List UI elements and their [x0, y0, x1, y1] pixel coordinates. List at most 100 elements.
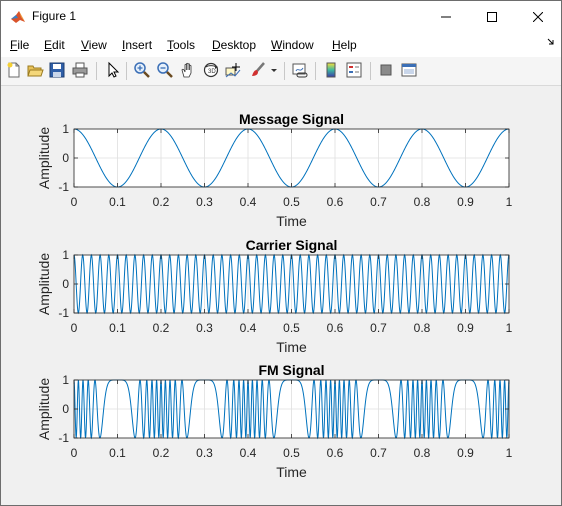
- minimize-icon: [441, 16, 451, 18]
- open-icon[interactable]: [26, 61, 44, 79]
- menu-file[interactable]: File: [10, 38, 29, 52]
- matlab-logo-icon: [11, 11, 25, 23]
- x-tick-label: 0.5: [283, 321, 300, 335]
- x-tick-label: 0.4: [240, 446, 257, 460]
- print-icon[interactable]: [71, 61, 89, 79]
- toolbar-separator: [126, 62, 127, 80]
- x-tick-label: 0.7: [370, 195, 387, 209]
- subplot-3[interactable]: 0 0.1 0.2 0.3 0.4 0.5 0.6 0.7 0.8 0.9 1-101FM Sign…: [36, 362, 513, 480]
- menu-edit[interactable]: Edit: [44, 38, 65, 52]
- y-tick-label: 1: [62, 373, 69, 387]
- menu-window[interactable]: Window: [271, 38, 314, 52]
- x-tick-label: 0.4: [240, 195, 257, 209]
- x-tick-label: 0: [71, 195, 78, 209]
- hide-plot-tools-icon[interactable]: [377, 61, 395, 79]
- window-title: Figure 1: [32, 9, 77, 23]
- save-icon[interactable]: [48, 61, 66, 79]
- y-tick-label: 1: [62, 122, 69, 136]
- legend-icon[interactable]: [345, 61, 363, 79]
- y-tick-label: -1: [58, 180, 69, 194]
- dock-arrow-icon[interactable]: [547, 38, 555, 46]
- x-tick-label: 0.5: [283, 195, 300, 209]
- x-tick-label: 0.3: [196, 195, 213, 209]
- x-tick-label: 1: [506, 446, 513, 460]
- toolbar-separator: [96, 62, 97, 80]
- x-tick-label: 0: [71, 321, 78, 335]
- show-plot-tools-icon[interactable]: [400, 61, 418, 79]
- y-tick-label: -1: [58, 431, 69, 445]
- y-axis-label: Amplitude: [36, 253, 52, 315]
- y-tick-label: -1: [58, 306, 69, 320]
- x-axis-label: Time: [276, 464, 307, 480]
- x-tick-label: 0.8: [414, 195, 431, 209]
- brush-dropdown-icon[interactable]: [269, 61, 279, 79]
- toolbar-separator: [284, 62, 285, 80]
- y-tick-label: 1: [62, 248, 69, 262]
- title-bar[interactable]: Figure 1: [1, 1, 561, 33]
- x-tick-label: 0.5: [283, 446, 300, 460]
- figure-window: Figure 1 File Edit View Insert Tools Des…: [0, 0, 562, 506]
- figure-axes-area: 0 0.1 0.2 0.3 0.4 0.5 0.6 0.7 0.8 0.9 1-101Message…: [36, 111, 513, 480]
- brush-icon[interactable]: [249, 61, 267, 79]
- new-figure-icon[interactable]: [5, 61, 23, 79]
- x-tick-label: 0.2: [153, 446, 170, 460]
- x-axis-label: Time: [276, 339, 307, 355]
- x-tick-label: 0.3: [196, 446, 213, 460]
- x-tick-label: 0.4: [240, 321, 257, 335]
- menu-insert[interactable]: Insert: [122, 38, 152, 52]
- x-tick-label: 0.1: [109, 446, 126, 460]
- figure-toolbar: 3D: [1, 57, 561, 86]
- x-tick-label: 0.2: [153, 321, 170, 335]
- rotate-3d-icon[interactable]: 3D: [202, 61, 220, 79]
- subplot-2[interactable]: 0 0.1 0.2 0.3 0.4 0.5 0.6 0.7 0.8 0.9 1-101Carrier…: [36, 237, 513, 355]
- zoom-in-icon[interactable]: [133, 61, 151, 79]
- plot-title: Carrier Signal: [246, 237, 338, 253]
- x-tick-label: 0.2: [153, 195, 170, 209]
- y-tick-label: 0: [62, 151, 69, 165]
- x-tick-label: 0.7: [370, 446, 387, 460]
- pointer-icon[interactable]: [103, 61, 121, 79]
- minimize-button[interactable]: [423, 1, 469, 33]
- y-axis-label: Amplitude: [36, 378, 52, 440]
- y-tick-label: 0: [62, 402, 69, 416]
- toolbar-separator: [370, 62, 371, 80]
- x-tick-label: 0.6: [327, 195, 344, 209]
- x-tick-label: 1: [506, 195, 513, 209]
- link-plot-icon[interactable]: [291, 61, 309, 79]
- x-tick-label: 0.7: [370, 321, 387, 335]
- x-tick-label: 0: [71, 446, 78, 460]
- subplot-1[interactable]: 0 0.1 0.2 0.3 0.4 0.5 0.6 0.7 0.8 0.9 1-101Message…: [36, 111, 513, 229]
- x-tick-label: 0.1: [109, 321, 126, 335]
- svg-text:3D: 3D: [208, 69, 216, 75]
- y-axis-label: Amplitude: [36, 127, 52, 189]
- menu-desktop[interactable]: Desktop: [212, 38, 256, 52]
- x-tick-label: 0.3: [196, 321, 213, 335]
- data-cursor-icon[interactable]: [224, 61, 242, 79]
- zoom-out-icon[interactable]: [156, 61, 174, 79]
- menu-help[interactable]: Help: [332, 38, 357, 52]
- maximize-button[interactable]: [469, 1, 515, 33]
- x-tick-label: 0.8: [414, 446, 431, 460]
- x-axis-label: Time: [276, 213, 307, 229]
- x-tick-label: 0.9: [457, 446, 474, 460]
- plot-title: FM Signal: [258, 362, 324, 378]
- toolbar-separator: [315, 62, 316, 80]
- x-tick-label: 0.9: [457, 195, 474, 209]
- menu-tools[interactable]: Tools: [167, 38, 195, 52]
- menu-bar: File Edit View Insert Tools Desktop Wind…: [1, 33, 561, 57]
- y-tick-label: 0: [62, 277, 69, 291]
- maximize-icon: [487, 12, 497, 22]
- close-icon: [533, 12, 543, 22]
- x-tick-label: 0.8: [414, 321, 431, 335]
- plot-title: Message Signal: [239, 111, 344, 127]
- pan-icon[interactable]: [179, 61, 197, 79]
- x-tick-label: 0.9: [457, 321, 474, 335]
- close-button[interactable]: [515, 1, 561, 33]
- x-tick-label: 0.6: [327, 321, 344, 335]
- x-tick-label: 0.1: [109, 195, 126, 209]
- menu-view[interactable]: View: [81, 38, 107, 52]
- figure-canvas: 0 0.1 0.2 0.3 0.4 0.5 0.6 0.7 0.8 0.9 1 -1 0 1 Message…: [1, 86, 561, 505]
- colorbar-icon[interactable]: [322, 61, 340, 79]
- x-tick-label: 1: [506, 321, 513, 335]
- x-tick-label: 0.6: [327, 446, 344, 460]
